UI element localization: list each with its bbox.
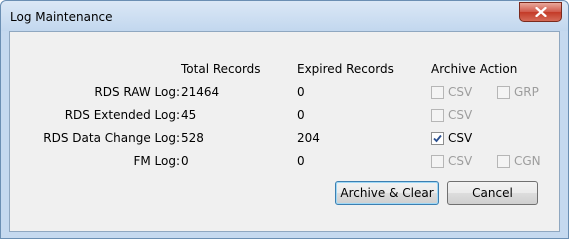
rds-raw-csv-checkbox[interactable] [431,86,444,99]
close-icon [534,7,547,17]
rds-extended-csv-label: CSV [448,108,473,122]
fm-csv-checkbox[interactable] [431,155,444,168]
row-label-rds-data-change-log: RDS Data Change Log: [43,131,180,145]
rds-extended-total: 45 [181,108,197,122]
window-title: Log Maintenance [10,10,113,24]
rds-raw-total: 21464 [181,85,220,99]
rds-raw-grp-checkbox[interactable] [497,86,510,99]
rds-data-change-csv-label: CSV [448,131,473,145]
title-bar: Log Maintenance [1,1,568,31]
header-expired-records: Expired Records [297,62,394,76]
rds-data-change-csv-checkbox[interactable] [431,132,444,145]
rds-data-change-total: 528 [181,131,204,145]
header-archive-action: Archive Action [431,62,518,76]
checkmark-icon [433,134,442,143]
cancel-button[interactable]: Cancel [447,181,538,205]
archive-clear-button[interactable]: Archive & Clear [335,181,439,205]
log-maintenance-dialog: Log Maintenance Total Records Expired Re… [0,0,569,239]
rds-extended-expired: 0 [297,108,305,122]
rds-raw-expired: 0 [297,85,305,99]
rds-raw-grp-label: GRP [514,85,539,99]
fm-total: 0 [181,154,189,168]
rds-data-change-expired: 204 [297,131,320,145]
row-label-rds-raw-log: RDS RAW Log: [94,85,180,99]
row-label-fm-log: FM Log: [133,154,180,168]
rds-raw-csv-label: CSV [448,85,473,99]
fm-cgn-checkbox[interactable] [497,155,510,168]
row-label-rds-extended-log: RDS Extended Log: [64,108,180,122]
header-total-records: Total Records [181,62,261,76]
rds-extended-csv-checkbox[interactable] [431,109,444,122]
fm-csv-label: CSV [448,154,473,168]
fm-expired: 0 [297,154,305,168]
fm-cgn-label: CGN [514,154,541,168]
close-button[interactable] [519,2,562,22]
dialog-body: Total Records Expired Records Archive Ac… [9,31,560,232]
